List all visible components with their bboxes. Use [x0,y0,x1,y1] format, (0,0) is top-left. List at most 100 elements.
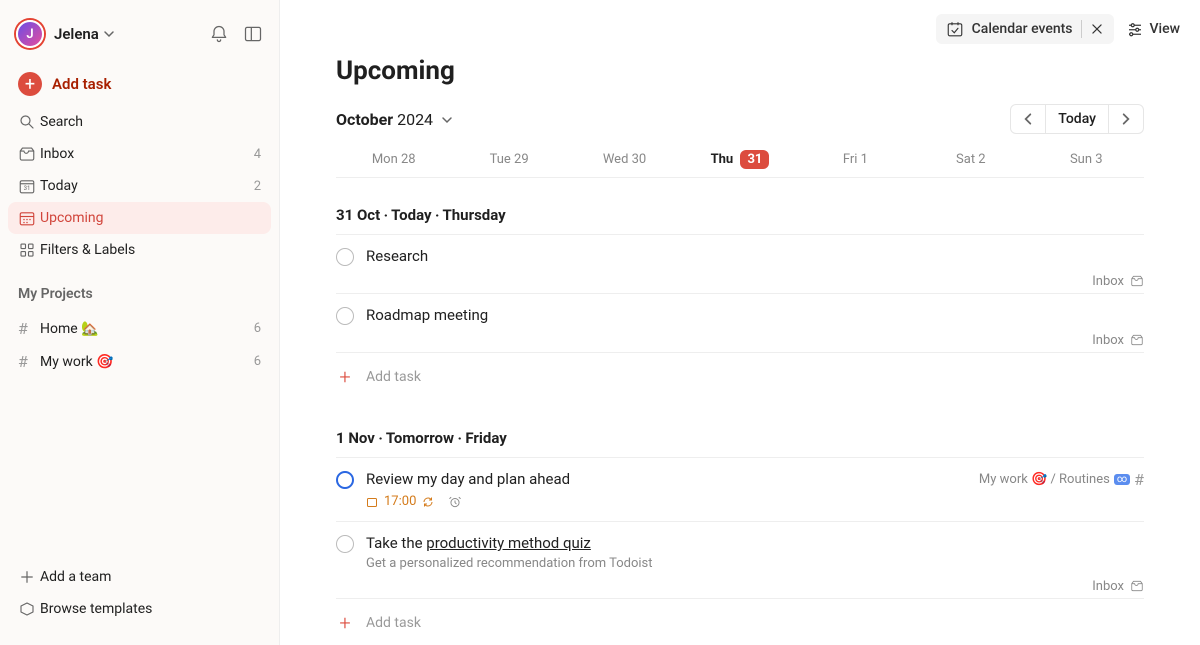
weekday-sun[interactable]: Sun 3 [1029,142,1144,177]
project-label: Home 🏡 [40,321,254,337]
svg-text:31: 31 [24,185,31,192]
today-button[interactable]: Today [1045,105,1109,133]
task-time: 17:00 [366,494,979,509]
search-icon [18,113,40,131]
content: Upcoming October 2024 Today Mon 28 [280,44,1200,645]
main: Calendar events View Upcoming October 20… [280,0,1200,645]
task-checkbox[interactable] [336,307,354,325]
task-row[interactable]: Review my day and plan ahead 17:00 [336,458,1144,522]
sidebar-header: J Jelena [0,12,279,64]
sidebar-item-label: Inbox [40,146,254,162]
task-project-path[interactable]: My work 🎯 / Routines ∞ # [979,470,1144,489]
task-project-label: Inbox [1092,333,1124,348]
add-task-label: Add task [366,615,421,631]
year: 2024 [397,110,433,129]
sidebar: J Jelena + Add task Search [0,0,280,645]
sidebar-item-count: 2 [254,179,261,194]
hash-icon: # [18,319,40,338]
sidebar-item-search[interactable]: Search [8,106,271,138]
calendar-events-pill[interactable]: Calendar events [936,14,1114,44]
sidebar-item-label: Today [40,178,254,194]
task-meta[interactable]: Inbox [336,274,1144,293]
month-name: October [336,110,393,129]
task-row[interactable]: Research [336,235,1144,278]
weekday-fri[interactable]: Fri 1 [798,142,913,177]
hash-icon: # [18,352,40,371]
task-row[interactable]: Take the productivity method quiz Get a … [336,522,1144,583]
task-row[interactable]: Roadmap meeting [336,294,1144,337]
weekday-badge: 31 [740,150,769,169]
username[interactable]: Jelena [54,25,99,43]
sidebar-item-label: Upcoming [40,210,261,226]
sidebar-item-today[interactable]: 31 Today 2 [8,170,271,202]
weekday-mon[interactable]: Mon 28 [336,142,451,177]
page-title: Upcoming [336,56,1144,86]
sidebar-item-upcoming[interactable]: Upcoming [8,202,271,234]
task-title: Review my day and plan ahead [366,470,979,488]
alarm-icon [448,495,462,509]
day-header: 1 Nov ‧ Tomorrow ‧ Friday [336,429,1144,458]
projects-title[interactable]: My Projects [0,270,279,308]
inbox-icon [1130,274,1144,289]
plus-icon: + [336,611,354,635]
add-task-button[interactable]: + Add task [336,599,1144,645]
browse-templates-label: Browse templates [40,601,261,617]
chevron-down-icon[interactable] [103,28,115,40]
task-title: Take the productivity method quiz [366,534,1144,552]
weekday-strip: Mon 28 Tue 29 Wed 30 Thu 31 Fri 1 Sat 2 … [336,142,1144,178]
grid-icon [18,241,40,259]
plus-circle-icon: + [18,72,42,96]
weekday-label: Thu [711,152,734,167]
add-task-button[interactable]: + Add task [8,68,271,106]
notifications-icon[interactable] [209,24,229,44]
inbox-icon [1130,333,1144,348]
weekday-thu[interactable]: Thu 31 [682,142,797,177]
sidebar-toggle-icon[interactable] [243,24,263,44]
plus-icon [18,568,40,586]
sidebar-item-count: 4 [254,147,261,162]
project-item-work[interactable]: # My work 🎯 6 [8,345,271,378]
weekday-tue[interactable]: Tue 29 [451,142,566,177]
inbox-icon [1130,579,1144,594]
routines-badge-icon: ∞ [1114,474,1130,485]
plus-icon: + [336,365,354,389]
task-meta[interactable]: Inbox [336,579,1144,598]
add-task-label: Add task [366,369,421,385]
inbox-icon [18,145,40,163]
project-count: 6 [254,354,261,369]
month-picker[interactable]: October 2024 [336,110,453,129]
task-checkbox[interactable] [336,471,354,489]
add-team-button[interactable]: Add a team [8,561,271,593]
add-task-label: Add task [52,75,111,93]
view-button[interactable]: View [1126,20,1181,38]
weekday-sat[interactable]: Sat 2 [913,142,1028,177]
weekday-wed[interactable]: Wed 30 [567,142,682,177]
project-label: My work 🎯 [40,354,254,370]
task-title-link[interactable]: productivity method quiz [426,534,591,552]
task-title: Research [366,247,1144,265]
avatar[interactable]: J [16,20,44,48]
calendar-grid-icon [18,209,40,227]
task-title: Roadmap meeting [366,306,1144,324]
sidebar-item-filters[interactable]: Filters & Labels [8,234,271,266]
chevron-down-icon [441,114,453,126]
task-meta[interactable]: Inbox [336,333,1144,352]
template-icon [18,600,40,618]
close-icon[interactable] [1090,22,1104,36]
prev-week-button[interactable] [1011,106,1045,132]
calendar-day-icon: 31 [18,177,40,195]
task-checkbox[interactable] [336,535,354,553]
calendar-events-icon [946,20,964,38]
browse-templates-button[interactable]: Browse templates [8,593,271,625]
next-week-button[interactable] [1109,106,1143,132]
day-group: 31 Oct ‧ Today ‧ Thursday Research Inbox [336,206,1144,401]
project-item-home[interactable]: # Home 🏡 6 [8,312,271,345]
day-header: 31 Oct ‧ Today ‧ Thursday [336,206,1144,235]
month-row: October 2024 Today [336,104,1144,134]
week-nav: Today [1010,104,1144,134]
hash-icon: # [1134,470,1144,489]
task-checkbox[interactable] [336,248,354,266]
add-task-button[interactable]: + Add task [336,353,1144,401]
sidebar-item-inbox[interactable]: Inbox 4 [8,138,271,170]
calendar-small-icon [366,496,378,508]
